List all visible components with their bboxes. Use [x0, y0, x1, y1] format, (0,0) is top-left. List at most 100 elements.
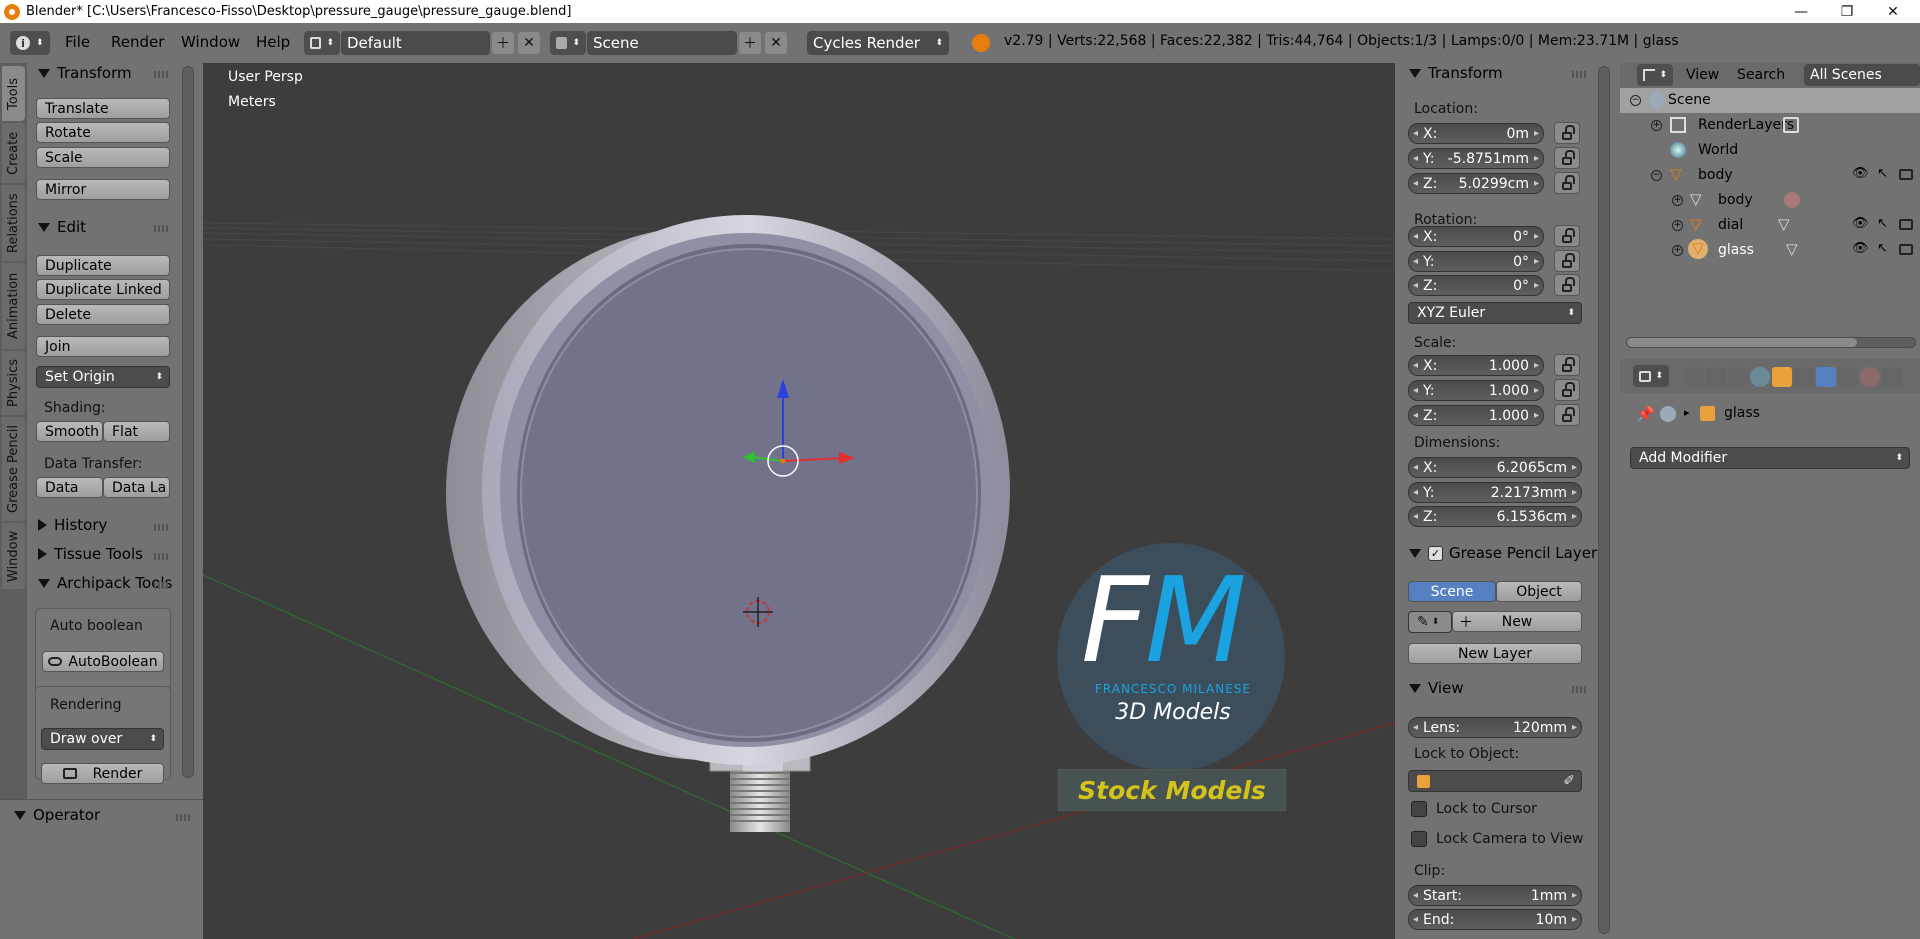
outliner-display-mode-dropdown[interactable]: All Scenes: [1804, 64, 1920, 86]
scale-y-field[interactable]: Y:1.000: [1408, 380, 1544, 401]
toolshelf-scrollbar[interactable]: [182, 66, 194, 778]
render-layers-tab-icon[interactable]: [1706, 367, 1726, 387]
duplicate-button[interactable]: Duplicate: [36, 255, 170, 276]
expand-icon[interactable]: +: [1672, 245, 1683, 256]
drag-grip-icon[interactable]: [154, 582, 170, 589]
duplicate-linked-button[interactable]: Duplicate Linked: [36, 279, 170, 300]
outliner-row-world[interactable]: World: [1620, 138, 1920, 163]
history-panel-header[interactable]: History: [38, 516, 107, 534]
3d-viewport[interactable]: User Persp Meters FM FRANCESCO MILANESE …: [203, 63, 1395, 939]
outliner-search-menu[interactable]: Search: [1737, 67, 1785, 83]
world-tab-icon[interactable]: [1750, 367, 1770, 387]
clip-start-field[interactable]: Start:1mm: [1408, 885, 1582, 906]
grease-object-button[interactable]: Object: [1496, 581, 1582, 602]
mirror-button[interactable]: Mirror: [36, 179, 170, 200]
delete-scene-button[interactable]: ✕: [765, 32, 787, 54]
render-camera-icon[interactable]: [1899, 244, 1913, 255]
outliner-view-menu[interactable]: View: [1686, 67, 1719, 83]
tab-create[interactable]: Create: [2, 123, 25, 183]
screen-layout-field[interactable]: Default: [341, 31, 490, 55]
grease-enable-checkbox[interactable]: ✓: [1428, 545, 1443, 561]
archipack-panel-header[interactable]: Archipack Tools: [38, 574, 172, 592]
modifiers-wrench-tab-icon[interactable]: [1816, 367, 1836, 387]
tab-physics[interactable]: Physics: [2, 351, 25, 415]
tab-grease-pencil[interactable]: Grease Pencil: [2, 417, 25, 521]
pin-icon[interactable]: 📌: [1636, 405, 1655, 423]
lock-location-y-icon[interactable]: [1554, 147, 1580, 169]
tissue-tools-panel-header[interactable]: Tissue Tools: [38, 545, 143, 563]
outliner-row-dial[interactable]: + ▽ dial ▽ 👁 ↖: [1620, 213, 1920, 238]
join-button[interactable]: Join: [36, 336, 170, 357]
location-z-field[interactable]: Z:5.0299cm: [1408, 173, 1544, 194]
cursor-select-icon[interactable]: ↖: [1877, 166, 1888, 181]
drag-grip-icon[interactable]: [154, 524, 170, 531]
flat-button[interactable]: Flat: [103, 421, 170, 442]
scene-field[interactable]: Scene: [587, 31, 737, 55]
lens-field[interactable]: Lens:120mm: [1408, 717, 1582, 738]
translate-button[interactable]: Translate: [36, 98, 170, 119]
rotation-mode-dropdown[interactable]: XYZ Euler ⬍: [1408, 302, 1582, 324]
cursor-select-icon[interactable]: ↖: [1877, 241, 1888, 256]
tab-relations[interactable]: Relations: [2, 185, 25, 261]
data-layers-button[interactable]: Data La: [103, 477, 170, 498]
drag-grip-icon[interactable]: [1572, 686, 1588, 693]
menu-window[interactable]: Window: [181, 33, 240, 51]
rotation-z-field[interactable]: Z:0°: [1408, 275, 1544, 296]
material-tab-icon[interactable]: [1860, 367, 1880, 387]
dimensions-y-field[interactable]: Y:2.2173mm: [1408, 482, 1582, 503]
menu-help[interactable]: Help: [256, 33, 290, 51]
render-camera-icon[interactable]: [1899, 169, 1913, 180]
outliner-row-glass[interactable]: + ▽ glass ▽ 👁 ↖: [1620, 238, 1920, 263]
data-tab-icon[interactable]: [1838, 367, 1858, 387]
lock-scale-z-icon[interactable]: [1554, 404, 1580, 426]
expand-icon[interactable]: +: [1651, 120, 1662, 131]
tab-tools[interactable]: Tools: [2, 66, 25, 121]
scale-button[interactable]: Scale: [36, 147, 170, 168]
cursor-select-icon[interactable]: ↖: [1877, 216, 1888, 231]
scene-tab-icon[interactable]: [1728, 367, 1748, 387]
add-screen-button[interactable]: ＋: [492, 32, 514, 54]
dimensions-z-field[interactable]: Z:6.1536cm: [1408, 506, 1582, 527]
clip-end-field[interactable]: End:10m: [1408, 909, 1582, 930]
drag-grip-icon[interactable]: [154, 553, 170, 560]
lock-rotation-y-icon[interactable]: [1554, 250, 1580, 272]
draw-over-dropdown[interactable]: Draw over ⬍: [41, 728, 164, 750]
render-tab-icon[interactable]: [1684, 367, 1704, 387]
dimensions-x-field[interactable]: X:6.2065cm: [1408, 457, 1582, 478]
texture-tab-icon[interactable]: [1882, 367, 1902, 387]
rotation-x-field[interactable]: X:0°: [1408, 226, 1544, 247]
render-camera-icon[interactable]: [1899, 219, 1913, 230]
location-y-field[interactable]: Y:-5.8751mm: [1408, 148, 1544, 169]
smooth-button[interactable]: Smooth: [36, 421, 103, 442]
npanel-scrollbar[interactable]: [1598, 66, 1610, 934]
render-button[interactable]: Render: [41, 763, 164, 784]
lock-scale-x-icon[interactable]: [1554, 354, 1580, 376]
lock-rotation-x-icon[interactable]: [1554, 225, 1580, 247]
menu-file[interactable]: File: [65, 33, 90, 51]
rotation-y-field[interactable]: Y:0°: [1408, 251, 1544, 272]
expand-icon[interactable]: +: [1672, 220, 1683, 231]
scale-x-field[interactable]: X:1.000: [1408, 355, 1544, 376]
render-engine-dropdown[interactable]: Cycles Render ⬍: [807, 31, 949, 55]
location-x-field[interactable]: X:0m: [1408, 123, 1544, 144]
outliner-row-scene[interactable]: − Scene: [1620, 88, 1920, 113]
new-layer-button[interactable]: New Layer: [1408, 643, 1582, 664]
menu-render[interactable]: Render: [111, 33, 164, 51]
lock-location-z-icon[interactable]: [1554, 172, 1580, 194]
tab-animation[interactable]: Animation: [2, 263, 25, 349]
outliner-scrollbar[interactable]: [1626, 337, 1916, 348]
drag-grip-icon[interactable]: [1572, 71, 1588, 78]
lock-camera-checkbox[interactable]: [1411, 831, 1427, 847]
delete-button[interactable]: Delete: [36, 304, 170, 325]
properties-editor-type-button[interactable]: ⬍: [1633, 365, 1669, 387]
transform-panel-header[interactable]: Transform: [38, 64, 132, 82]
expand-icon[interactable]: +: [1672, 195, 1683, 206]
minimize-button[interactable]: —: [1778, 0, 1824, 23]
collapse-icon[interactable]: −: [1651, 170, 1662, 181]
editor-type-info-button[interactable]: i ⬍: [10, 31, 50, 55]
outliner-row-body-mesh[interactable]: + ▽ body: [1620, 188, 1920, 213]
scale-z-field[interactable]: Z:1.000: [1408, 405, 1544, 426]
edit-panel-header[interactable]: Edit: [38, 218, 86, 236]
delete-screen-button[interactable]: ✕: [518, 32, 540, 54]
scene-icon-button[interactable]: ⬍: [550, 31, 586, 55]
